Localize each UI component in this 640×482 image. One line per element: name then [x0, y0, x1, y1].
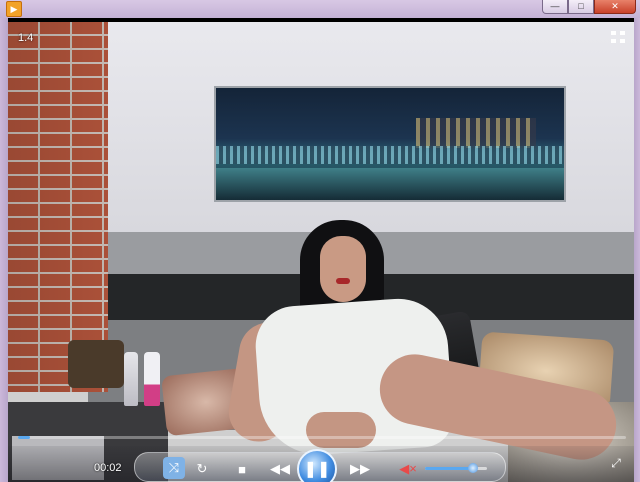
window-buttons: — □ ✕: [542, 0, 636, 14]
pause-icon: ❚❚: [303, 461, 331, 478]
cityscape-painting: [214, 86, 566, 202]
minimize-button[interactable]: —: [542, 0, 568, 14]
person-face: [320, 236, 366, 302]
playback-speed-label: 1.4: [18, 32, 34, 44]
person-lips: [336, 278, 350, 284]
next-icon[interactable]: ▶▶: [345, 460, 375, 478]
volume-slider[interactable]: [425, 463, 487, 473]
stop-icon[interactable]: ■: [231, 460, 253, 478]
media-player-icon[interactable]: ▶: [6, 1, 22, 17]
video-area[interactable]: 1.4 00:02 ⤨ ↻ ■ ◀◀ ❚❚ ▶▶ ◀× ⤢: [8, 22, 634, 482]
seek-bar[interactable]: [18, 436, 626, 439]
transport-pill: ⤨ ↻ ■ ◀◀ ❚❚ ▶▶ ◀×: [134, 449, 506, 482]
repeat-icon[interactable]: ↻: [191, 460, 213, 478]
mute-icon[interactable]: ◀×: [397, 460, 419, 478]
bottle-pink: [144, 352, 160, 406]
volume-knob[interactable]: [468, 463, 479, 473]
painting-bridge: [216, 146, 564, 164]
window-frame-right: [634, 18, 640, 482]
bottle-clear: [124, 352, 138, 406]
painting-skyline: [416, 118, 536, 148]
pause-button[interactable]: ❚❚: [297, 449, 337, 482]
elapsed-time: 00:02: [94, 462, 122, 474]
title-bar: ▶ — □ ✕: [0, 0, 640, 18]
painting-water: [216, 168, 564, 200]
flower-basket: [68, 340, 124, 388]
compact-mode-icon[interactable]: [610, 30, 626, 44]
person-hand: [306, 412, 376, 448]
seek-bar-progress: [18, 436, 31, 439]
control-bar: 00:02 ⤨ ↻ ■ ◀◀ ❚❚ ▶▶ ◀× ⤢: [8, 446, 634, 482]
brick-shade: [8, 22, 108, 392]
switch-to-library-icon[interactable]: ⤢: [608, 456, 624, 470]
close-button[interactable]: ✕: [594, 0, 636, 14]
volume-fill: [425, 467, 474, 470]
window-frame-left: [0, 18, 8, 482]
shuffle-icon[interactable]: ⤨: [163, 457, 185, 479]
previous-icon[interactable]: ◀◀: [265, 460, 295, 478]
maximize-button[interactable]: □: [568, 0, 594, 14]
